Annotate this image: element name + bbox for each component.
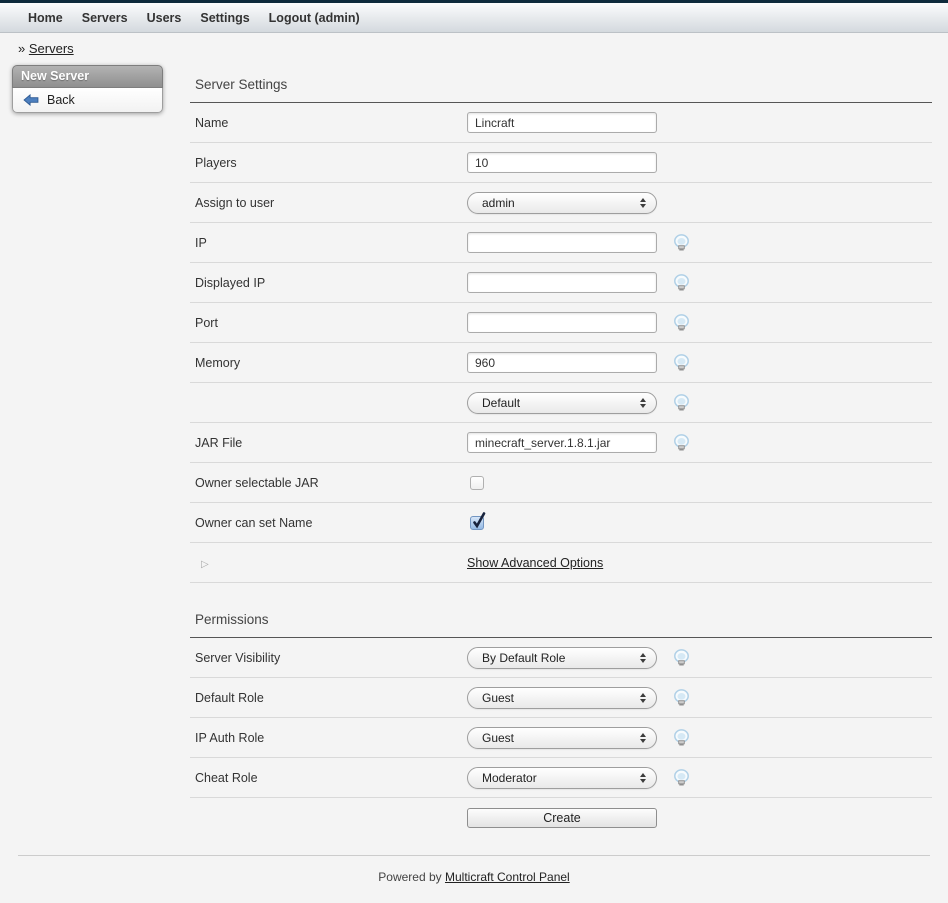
- memory-mode-value: Default: [468, 396, 520, 410]
- create-row: Create: [190, 798, 932, 838]
- owner-selectable-jar-checkbox[interactable]: [470, 476, 484, 490]
- form-row-memory: Memory: [190, 343, 932, 383]
- help-bulb-icon[interactable]: [673, 234, 690, 252]
- ip-input[interactable]: [467, 232, 657, 253]
- nav-home[interactable]: Home: [28, 11, 63, 25]
- sidebar-panel: New Server Back: [12, 65, 163, 113]
- assign-user-select[interactable]: admin: [467, 192, 657, 214]
- nav-settings[interactable]: Settings: [200, 11, 249, 25]
- select-stepper-icon: [640, 198, 646, 208]
- create-button[interactable]: Create: [467, 808, 657, 828]
- select-stepper-icon: [640, 733, 646, 743]
- section-title-permissions: Permissions: [190, 605, 932, 638]
- cheat-role-value: Moderator: [468, 771, 537, 785]
- port-label: Port: [190, 316, 467, 330]
- select-stepper-icon: [640, 773, 646, 783]
- jar-file-input[interactable]: [467, 432, 657, 453]
- help-bulb-icon[interactable]: [673, 769, 690, 787]
- form-row-default-role: Default Role Guest: [190, 678, 932, 718]
- memory-mode-select[interactable]: Default: [467, 392, 657, 414]
- sidebar-title: New Server: [12, 65, 163, 88]
- ip-auth-role-select[interactable]: Guest: [467, 727, 657, 749]
- form-row-server-visibility: Server Visibility By Default Role: [190, 638, 932, 678]
- footer: Powered by Multicraft Control Panel: [18, 855, 930, 884]
- server-visibility-select[interactable]: By Default Role: [467, 647, 657, 669]
- form-row-assign-user: Assign to user admin: [190, 183, 932, 223]
- help-bulb-icon[interactable]: [673, 354, 690, 372]
- select-stepper-icon: [640, 693, 646, 703]
- assign-user-value: admin: [468, 196, 515, 210]
- nav-servers[interactable]: Servers: [82, 11, 128, 25]
- default-role-label: Default Role: [190, 691, 467, 705]
- players-input[interactable]: [467, 152, 657, 173]
- back-arrow-icon: [23, 94, 39, 106]
- help-bulb-icon[interactable]: [673, 434, 690, 452]
- owner-can-set-name-checkbox[interactable]: [470, 516, 484, 530]
- ip-auth-role-value: Guest: [468, 731, 514, 745]
- cheat-role-label: Cheat Role: [190, 771, 467, 785]
- main-navbar: Home Servers Users Settings Logout (admi…: [0, 3, 948, 33]
- players-label: Players: [190, 156, 467, 170]
- form-row-advanced-options: ▷ Show Advanced Options: [190, 543, 932, 583]
- breadcrumb: » Servers: [18, 41, 74, 56]
- name-label: Name: [190, 116, 467, 130]
- help-bulb-icon[interactable]: [673, 729, 690, 747]
- form-row-ip: IP: [190, 223, 932, 263]
- form-row-memory-mode: Default: [190, 383, 932, 423]
- form-row-owner-selectable-jar: Owner selectable JAR: [190, 463, 932, 503]
- help-bulb-icon[interactable]: [673, 314, 690, 332]
- sidebar-back-item[interactable]: Back: [12, 88, 163, 113]
- jar-file-label: JAR File: [190, 436, 467, 450]
- owner-selectable-jar-label: Owner selectable JAR: [190, 476, 467, 490]
- back-label: Back: [47, 93, 75, 107]
- form-row-displayed-ip: Displayed IP: [190, 263, 932, 303]
- displayed-ip-input[interactable]: [467, 272, 657, 293]
- show-advanced-options-link[interactable]: Show Advanced Options: [467, 556, 603, 570]
- footer-multicraft-link[interactable]: Multicraft Control Panel: [445, 870, 570, 884]
- memory-input[interactable]: [467, 352, 657, 373]
- nav-logout[interactable]: Logout (admin): [269, 11, 360, 25]
- footer-text: Powered by: [378, 870, 445, 884]
- advanced-disclosure-triangle-icon[interactable]: ▷: [201, 559, 209, 570]
- ip-auth-role-label: IP Auth Role: [190, 731, 467, 745]
- default-role-select[interactable]: Guest: [467, 687, 657, 709]
- select-stepper-icon: [640, 398, 646, 408]
- name-input[interactable]: [467, 112, 657, 133]
- cheat-role-select[interactable]: Moderator: [467, 767, 657, 789]
- form-row-cheat-role: Cheat Role Moderator: [190, 758, 932, 798]
- server-visibility-value: By Default Role: [468, 651, 565, 665]
- section-title-server-settings: Server Settings: [190, 70, 932, 103]
- owner-can-set-name-label: Owner can set Name: [190, 516, 467, 530]
- default-role-value: Guest: [468, 691, 514, 705]
- form-row-players: Players: [190, 143, 932, 183]
- help-bulb-icon[interactable]: [673, 394, 690, 412]
- form-row-owner-can-set-name: Owner can set Name: [190, 503, 932, 543]
- ip-label: IP: [190, 236, 467, 250]
- main-content: Server Settings Name Players Assign to u…: [190, 70, 932, 838]
- breadcrumb-symbol: »: [18, 41, 25, 56]
- memory-label: Memory: [190, 356, 467, 370]
- port-input[interactable]: [467, 312, 657, 333]
- checkmark-icon: [470, 509, 488, 531]
- displayed-ip-label: Displayed IP: [190, 276, 467, 290]
- help-bulb-icon[interactable]: [673, 689, 690, 707]
- server-visibility-label: Server Visibility: [190, 651, 467, 665]
- assign-user-label: Assign to user: [190, 196, 467, 210]
- form-row-ip-auth-role: IP Auth Role Guest: [190, 718, 932, 758]
- form-row-jar-file: JAR File: [190, 423, 932, 463]
- help-bulb-icon[interactable]: [673, 649, 690, 667]
- help-bulb-icon[interactable]: [673, 274, 690, 292]
- breadcrumb-servers-link[interactable]: Servers: [29, 41, 74, 56]
- form-row-port: Port: [190, 303, 932, 343]
- select-stepper-icon: [640, 653, 646, 663]
- form-row-name: Name: [190, 103, 932, 143]
- nav-users[interactable]: Users: [147, 11, 182, 25]
